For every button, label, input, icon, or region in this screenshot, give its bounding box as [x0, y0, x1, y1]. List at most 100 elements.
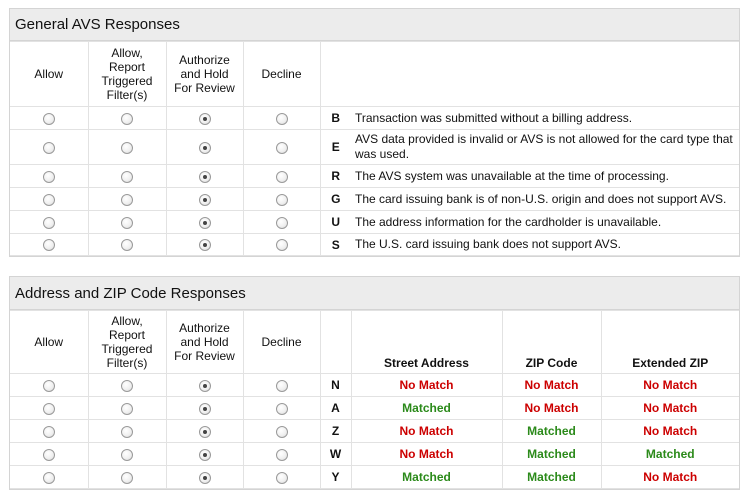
extended-zip-result: No Match: [600, 396, 739, 420]
header-allow-report: Allow, Report Triggered Filter(s): [87, 310, 167, 374]
extended-zip-result: No Match: [600, 373, 739, 397]
radio-decline-general-s[interactable]: [275, 239, 288, 252]
radio-cell-decline: [242, 373, 321, 397]
radio-authorize-hold-address-w[interactable]: [198, 448, 211, 461]
header-authorize-hold: Authorize and Hold For Review: [165, 310, 244, 374]
radio-cell-authorize-hold: [165, 465, 244, 489]
street-address-result: No Match: [350, 373, 503, 397]
radio-authorize-hold-general-s[interactable]: [198, 239, 211, 252]
header-decline: Decline: [242, 310, 321, 374]
radio-cell-decline: [242, 396, 321, 420]
radio-decline-general-g[interactable]: [275, 193, 288, 206]
radio-authorize-hold-address-z[interactable]: [198, 425, 211, 438]
radio-allow-report-address-n[interactable]: [121, 379, 133, 392]
avs-row-b: B Transaction was submitted without a bil…: [10, 106, 739, 130]
radio-authorize-hold-address-a[interactable]: [198, 402, 211, 415]
radio-allow-report-general-r[interactable]: [121, 170, 133, 183]
header-authorize-hold: Authorize and Hold For Review: [165, 41, 244, 107]
radio-cell-authorize-hold: [165, 373, 244, 397]
radio-authorize-hold-general-e[interactable]: [198, 141, 211, 154]
radio-cell-allow: [10, 233, 89, 256]
radio-authorize-hold-general-u[interactable]: [198, 216, 211, 229]
radio-authorize-hold-address-n[interactable]: [198, 379, 211, 392]
radio-allow-general-e[interactable]: [42, 141, 55, 154]
general-avs-table: Allow Allow, Report Triggered Filter(s) …: [10, 41, 739, 256]
address-row-z: Z No Match Matched No Match: [10, 419, 739, 443]
radio-cell-decline: [242, 210, 321, 234]
radio-allow-address-a[interactable]: [42, 402, 55, 415]
radio-allow-report-general-b[interactable]: [121, 112, 133, 125]
radio-decline-general-b[interactable]: [275, 112, 288, 125]
radio-allow-report-general-u[interactable]: [121, 216, 133, 229]
address-row-w: W No Match Matched Matched: [10, 442, 739, 466]
avs-code: U: [319, 210, 351, 234]
radio-allow-address-z[interactable]: [42, 425, 55, 438]
header-allow: Allow: [10, 310, 89, 374]
extended-zip-result: Matched: [600, 442, 739, 466]
header-zip-code: ZIP Code: [501, 310, 602, 374]
avs-row-s: S The U.S. card issuing bank does not sup…: [10, 233, 739, 256]
radio-authorize-hold-general-r[interactable]: [198, 170, 211, 183]
radio-cell-authorize-hold: [165, 419, 244, 443]
radio-allow-report-general-g[interactable]: [121, 193, 133, 206]
radio-cell-allow-report: [87, 187, 167, 211]
radio-allow-report-address-a[interactable]: [121, 402, 133, 415]
radio-cell-decline: [242, 129, 321, 165]
header-allow-report: Allow, Report Triggered Filter(s): [87, 41, 167, 107]
zip-code-result: No Match: [501, 396, 602, 420]
address-code: Z: [319, 419, 352, 443]
radio-cell-allow-report: [87, 373, 167, 397]
radio-allow-report-address-z[interactable]: [121, 425, 133, 438]
radio-decline-address-w[interactable]: [275, 448, 288, 461]
header-decline: Decline: [242, 41, 321, 107]
radio-decline-general-e[interactable]: [275, 141, 288, 154]
radio-decline-address-y[interactable]: [275, 471, 288, 484]
avs-description: Transaction was submitted without a bill…: [351, 106, 739, 130]
radio-decline-general-r[interactable]: [275, 170, 288, 183]
avs-description: AVS data provided is invalid or AVS is n…: [351, 129, 739, 165]
radio-allow-report-address-w[interactable]: [121, 448, 133, 461]
radio-authorize-hold-address-y[interactable]: [198, 471, 211, 484]
radio-allow-general-r[interactable]: [42, 170, 55, 183]
radio-cell-decline: [242, 442, 321, 466]
address-code: Y: [319, 465, 352, 489]
radio-authorize-hold-general-g[interactable]: [198, 193, 211, 206]
radio-cell-authorize-hold: [165, 233, 244, 256]
radio-cell-authorize-hold: [165, 106, 244, 130]
radio-allow-general-s[interactable]: [42, 239, 55, 252]
radio-allow-address-w[interactable]: [42, 448, 55, 461]
radio-cell-allow-report: [87, 465, 167, 489]
street-address-result: Matched: [350, 396, 503, 420]
radio-allow-address-y[interactable]: [42, 471, 55, 484]
header-blank: [319, 41, 739, 107]
avs-row-u: U The address information for the cardhol…: [10, 210, 739, 234]
radio-cell-allow: [10, 396, 89, 420]
radio-cell-allow: [10, 442, 89, 466]
radio-allow-report-general-s[interactable]: [121, 239, 133, 252]
radio-cell-allow-report: [87, 164, 167, 188]
street-address-result: Matched: [350, 465, 503, 489]
address-zip-table: Allow Allow, Report Triggered Filter(s) …: [10, 310, 739, 489]
radio-allow-general-g[interactable]: [42, 193, 55, 206]
radio-cell-allow-report: [87, 396, 167, 420]
radio-allow-report-general-e[interactable]: [121, 141, 133, 154]
avs-description: The U.S. card issuing bank does not supp…: [351, 233, 739, 256]
address-code: A: [319, 396, 352, 420]
radio-decline-address-a[interactable]: [275, 402, 288, 415]
address-row-n: N No Match No Match No Match: [10, 373, 739, 397]
radio-decline-address-n[interactable]: [275, 379, 288, 392]
radio-decline-address-z[interactable]: [275, 425, 288, 438]
radio-authorize-hold-general-b[interactable]: [198, 112, 211, 125]
avs-description: The address information for the cardhold…: [351, 210, 739, 234]
radio-allow-general-b[interactable]: [42, 112, 55, 125]
header-allow: Allow: [10, 41, 89, 107]
radio-cell-authorize-hold: [165, 210, 244, 234]
radio-allow-general-u[interactable]: [42, 216, 55, 229]
radio-cell-allow: [10, 210, 89, 234]
radio-allow-address-n[interactable]: [42, 379, 55, 392]
zip-code-result: No Match: [501, 373, 602, 397]
avs-code: B: [319, 106, 351, 130]
radio-allow-report-address-y[interactable]: [121, 471, 133, 484]
header-extended-zip: Extended ZIP: [600, 310, 739, 374]
radio-decline-general-u[interactable]: [275, 216, 288, 229]
